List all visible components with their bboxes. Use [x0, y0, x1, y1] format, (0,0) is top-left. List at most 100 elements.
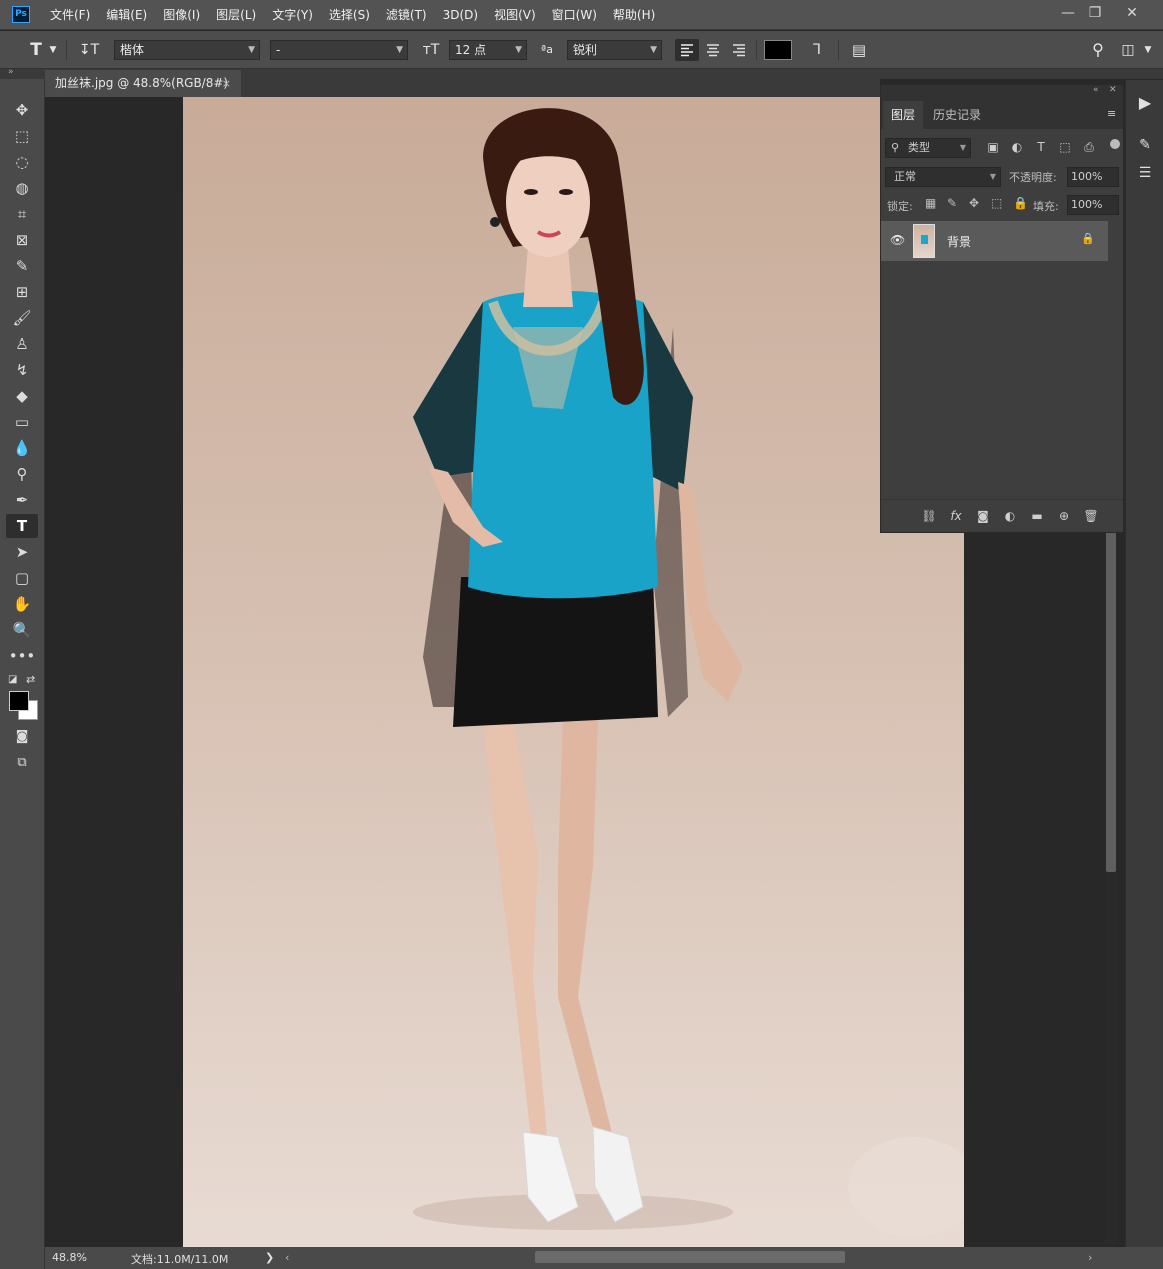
document-image[interactable]	[183, 97, 964, 1247]
menu-select[interactable]: 选择(S)	[321, 0, 378, 30]
adjustment-filter-icon[interactable]: ◐	[1008, 138, 1026, 156]
dodge-tool-icon[interactable]: ⚲	[6, 462, 38, 486]
align-left-button[interactable]	[675, 39, 699, 61]
quick-mask-icon[interactable]: ◙	[6, 725, 38, 749]
layer-mask-icon[interactable]: ◙	[973, 507, 993, 525]
move-tool-icon[interactable]: ✥	[6, 98, 38, 122]
zoom-level[interactable]: 48.8%	[52, 1251, 87, 1264]
menu-file[interactable]: 文件(F)	[42, 0, 98, 30]
text-orientation-icon[interactable]: ↧T	[78, 40, 100, 60]
scroll-left-icon[interactable]: ‹	[285, 1251, 289, 1264]
new-layer-icon[interactable]: ⊕	[1054, 507, 1074, 525]
foreground-color-swatch[interactable]	[9, 691, 29, 711]
lock-position-icon[interactable]: ✥	[969, 196, 979, 210]
lock-all-icon[interactable]: 🔒	[1013, 196, 1028, 210]
antialias-select[interactable]: 锐利 ▼	[567, 40, 662, 60]
horizontal-scrollbar-thumb[interactable]	[535, 1251, 845, 1263]
pen-tool-icon[interactable]: ✒	[6, 488, 38, 512]
type-tool-preset-icon[interactable]: T	[24, 40, 48, 60]
menu-filter[interactable]: 滤镜(T)	[378, 0, 435, 30]
collapse-panel-icon[interactable]: «	[1093, 85, 1099, 95]
minimize-button[interactable]: —	[1053, 3, 1083, 23]
brush-settings-icon[interactable]: ✎	[1133, 134, 1157, 156]
gradient-tool-icon[interactable]: ▭	[6, 410, 38, 434]
menu-image[interactable]: 图像(I)	[155, 0, 208, 30]
clone-stamp-tool-icon[interactable]: ♙	[6, 332, 38, 356]
font-style-select[interactable]: - ▼	[270, 40, 408, 60]
shape-filter-icon[interactable]: ⬚	[1056, 138, 1074, 156]
workspace-icon[interactable]: ◫	[1117, 40, 1139, 60]
search-icon[interactable]: ⚲	[1087, 40, 1109, 60]
expand-toolbar-icon[interactable]: »	[8, 67, 14, 77]
blend-mode-select[interactable]: 正常 ▼	[885, 167, 1001, 187]
layer-row[interactable]: 👁 背景 🔒	[881, 221, 1108, 261]
status-menu-arrow[interactable]: ❯	[265, 1251, 274, 1264]
play-icon[interactable]: ▶	[1133, 92, 1157, 114]
swap-colors-icon[interactable]: ⇄	[26, 673, 35, 686]
adjustments-icon[interactable]: ☰	[1133, 162, 1157, 184]
lasso-tool-icon[interactable]: ◌	[6, 150, 38, 174]
filter-toggle[interactable]	[1110, 139, 1120, 149]
lock-transparent-icon[interactable]: ▦	[925, 196, 936, 210]
eyedropper-tool-icon[interactable]: ✎	[6, 254, 38, 278]
marquee-tool-icon[interactable]: ⬚	[6, 124, 38, 148]
panel-menu-icon[interactable]: ≡	[1107, 107, 1116, 120]
frame-tool-icon[interactable]: ⊠	[6, 228, 38, 252]
character-panel-icon[interactable]: ▤	[848, 40, 870, 60]
hand-tool-icon[interactable]: ✋	[6, 592, 38, 616]
link-layers-icon[interactable]: ⛓	[919, 507, 939, 525]
close-panel-icon[interactable]: ✕	[1109, 85, 1117, 95]
menu-layer[interactable]: 图层(L)	[208, 0, 264, 30]
warp-text-icon[interactable]: Ꞁ	[806, 40, 828, 60]
healing-brush-tool-icon[interactable]: ⊞	[6, 280, 38, 304]
brush-tool-icon[interactable]: 🖌	[6, 306, 38, 330]
shape-tool-icon[interactable]: ▢	[6, 566, 38, 590]
type-tool-icon[interactable]: T	[6, 514, 38, 538]
menu-type[interactable]: 文字(Y)	[264, 0, 321, 30]
menu-3d[interactable]: 3D(D)	[435, 0, 486, 30]
default-colors-icon[interactable]: ◪	[8, 674, 17, 685]
menu-window[interactable]: 窗口(W)	[544, 0, 605, 30]
eye-icon[interactable]: 👁	[890, 233, 905, 247]
smart-object-filter-icon[interactable]: ⎙	[1080, 138, 1098, 156]
close-button[interactable]: ✕	[1117, 3, 1147, 23]
text-color-swatch[interactable]	[764, 40, 792, 60]
blur-tool-icon[interactable]: 💧	[6, 436, 38, 460]
crop-tool-icon[interactable]: ⌗	[6, 202, 38, 226]
tab-history[interactable]: 历史记录	[925, 101, 989, 129]
trash-icon[interactable]: 🗑	[1081, 507, 1101, 525]
layer-name[interactable]: 背景	[947, 233, 971, 250]
close-icon[interactable]: ×	[222, 70, 231, 97]
tab-layers[interactable]: 图层	[883, 101, 924, 129]
adjustment-layer-icon[interactable]: ◐	[1000, 507, 1020, 525]
chevron-down-icon[interactable]: ▼	[1142, 40, 1154, 60]
path-selection-tool-icon[interactable]: ➤	[6, 540, 38, 564]
quick-select-tool-icon[interactable]: ◍	[6, 176, 38, 200]
opacity-input[interactable]: 100%	[1067, 167, 1119, 187]
layer-filter-select[interactable]: ⚲ 类型 ▼	[885, 138, 971, 158]
lock-image-icon[interactable]: ✎	[947, 196, 957, 210]
folder-icon[interactable]: ▬	[1027, 507, 1047, 525]
zoom-tool-icon[interactable]: 🔍	[6, 618, 38, 642]
fill-input[interactable]: 100%	[1067, 195, 1119, 215]
chevron-down-icon[interactable]: ▼	[48, 40, 58, 60]
scroll-right-icon[interactable]: ›	[1088, 1251, 1092, 1264]
screen-mode-icon[interactable]: ⧉	[6, 751, 38, 775]
menu-view[interactable]: 视图(V)	[486, 0, 544, 30]
lock-artboard-icon[interactable]: ⬚	[991, 196, 1002, 210]
align-center-button[interactable]	[701, 39, 725, 61]
pixel-filter-icon[interactable]: ▣	[984, 138, 1002, 156]
fx-icon[interactable]: fx	[946, 507, 966, 525]
menu-edit[interactable]: 编辑(E)	[98, 0, 155, 30]
font-size-select[interactable]: 12 点 ▼	[449, 40, 527, 60]
font-family-select[interactable]: 楷体 ▼	[114, 40, 260, 60]
history-brush-tool-icon[interactable]: ↯	[6, 358, 38, 382]
vertical-scrollbar-thumb[interactable]	[1106, 532, 1116, 872]
eraser-tool-icon[interactable]: ◆	[6, 384, 38, 408]
document-tab[interactable]: 加丝袜.jpg @ 48.8%(RGB/8#) ×	[45, 70, 241, 97]
more-tools-icon[interactable]: •••	[6, 644, 38, 668]
type-filter-icon[interactable]: T	[1032, 138, 1050, 156]
restore-button[interactable]: ❐	[1080, 3, 1110, 23]
align-right-button[interactable]	[727, 39, 751, 61]
menu-help[interactable]: 帮助(H)	[605, 0, 663, 30]
